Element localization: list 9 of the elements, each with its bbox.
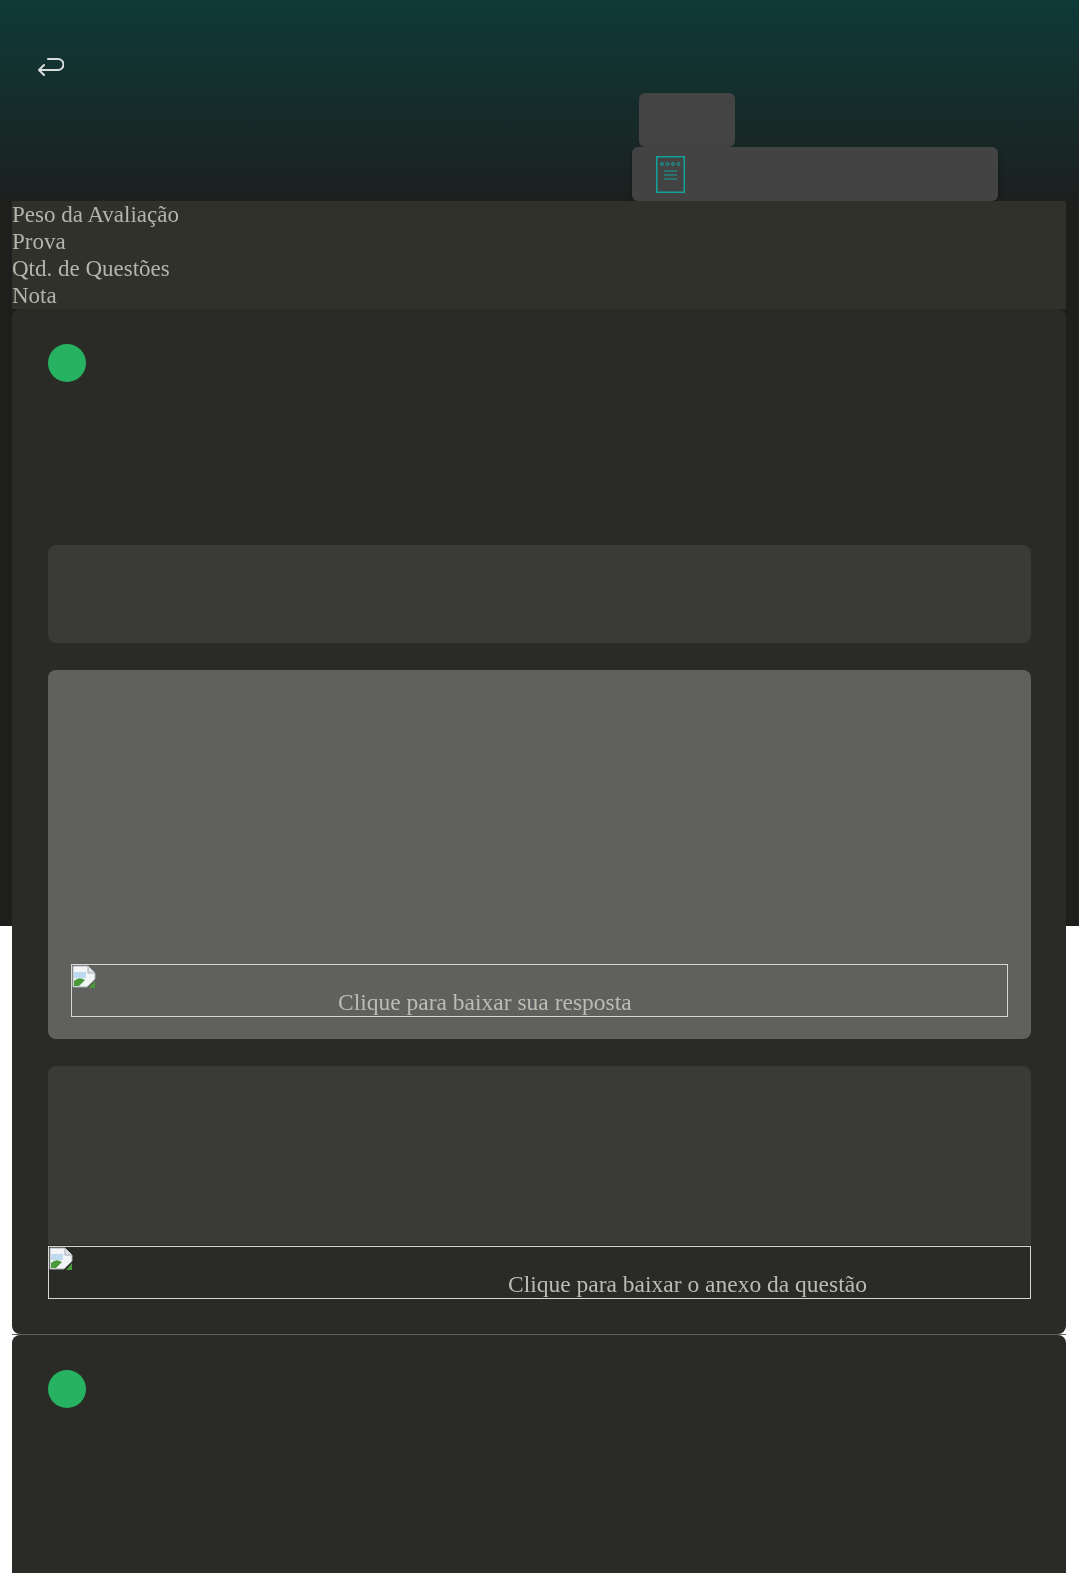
download-link[interactable]: Clique para baixar o anexo da questão [48,1246,1031,1299]
summary-label: Peso da Avaliação [12,201,180,228]
summary-label: Qtd. de Questões [12,255,171,282]
document-icon[interactable] [656,155,685,193]
summary-label: Nota [12,282,58,309]
summary-label: Prova [12,228,67,255]
back-icon[interactable] [36,56,64,77]
broken-image-icon [72,965,96,989]
broken-image-icon [49,1247,73,1271]
